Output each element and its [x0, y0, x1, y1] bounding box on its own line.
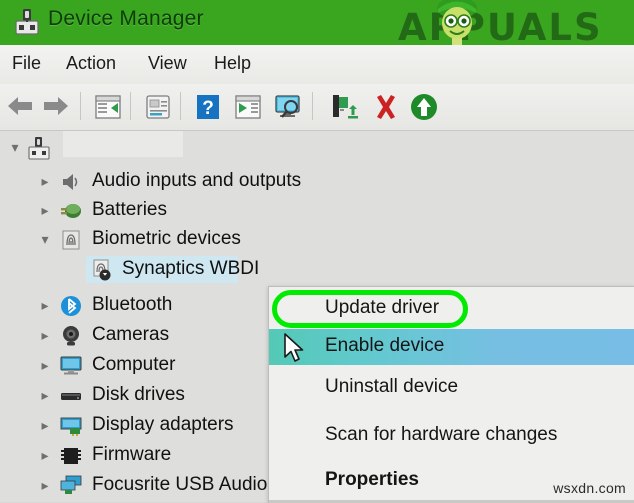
tree-item-label: Disk drives: [92, 384, 185, 405]
toolbar-separator-4: [312, 92, 313, 120]
svg-text:?: ?: [202, 98, 214, 119]
device-manager-icon: [14, 8, 40, 36]
tree-item-label: Audio inputs and outputs: [92, 170, 302, 191]
tree-item-label: Cameras: [92, 324, 170, 345]
disk-drive-icon: [60, 385, 82, 407]
chevron-right-icon[interactable]: ▸: [34, 381, 56, 410]
scan-for-hardware-changes-icon[interactable]: [272, 91, 304, 123]
context-menu-item-uninstall-device[interactable]: Uninstall device: [269, 370, 634, 406]
context-menu-item-scan-for-hardware-changes[interactable]: Scan for hardware changes: [269, 418, 634, 454]
tree-item-label: Display adapters: [92, 414, 234, 435]
tree-item-bluetooth[interactable]: ▸ Bluetooth: [0, 291, 300, 320]
context-menu-item-label: Scan for hardware changes: [325, 424, 558, 445]
tree-item-computer[interactable]: ▸ Computer: [0, 351, 300, 380]
menu-item-view[interactable]: View: [148, 53, 187, 74]
fingerprint-icon: [60, 229, 82, 251]
firmware-chip-icon: [60, 445, 82, 467]
context-menu-item-enable-device[interactable]: Enable device: [269, 329, 634, 365]
speaker-icon: [60, 171, 82, 193]
monitor-icon: [60, 355, 82, 377]
back-arrow-icon[interactable]: [6, 95, 34, 117]
uninstall-device-icon[interactable]: [370, 91, 402, 123]
update-driver-highlight-annotation: [272, 290, 468, 328]
context-menu-item-label: Properties: [325, 469, 419, 490]
title-bar: Device Manager APPUALS: [0, 0, 634, 45]
menu-item-action[interactable]: Action: [66, 53, 116, 74]
menu-item-file[interactable]: File: [12, 53, 41, 74]
usb-audio-icon: [60, 475, 82, 497]
menu-item-help[interactable]: Help: [214, 53, 251, 74]
chevron-right-icon[interactable]: ▸: [34, 321, 56, 350]
tree-item-firmware[interactable]: ▸ Firmware: [0, 441, 300, 470]
tree-item-display-adapters[interactable]: ▸ Display adapters: [0, 411, 300, 440]
chevron-right-icon[interactable]: ▸: [34, 351, 56, 380]
mouse-pointer: [283, 333, 307, 365]
menu-bar: File Action View Help: [0, 45, 634, 85]
tree-item-cameras[interactable]: ▸ Cameras: [0, 321, 300, 350]
tree-item-synaptics-wbdi[interactable]: Synaptics WBDI: [0, 255, 300, 284]
tree-item-label: Focusrite USB Audio: [92, 474, 268, 495]
battery-icon: [60, 200, 82, 222]
tree-item-label: Biometric devices: [92, 228, 241, 249]
tree-item-biometric-devices[interactable]: ▾ Biometric devices: [0, 225, 300, 254]
tree-item-label: Computer: [92, 354, 176, 375]
toolbar-separator-3: [180, 92, 181, 120]
chevron-right-icon[interactable]: ▸: [34, 441, 56, 470]
help-icon[interactable]: ?: [192, 91, 224, 123]
display-adapter-icon: [60, 415, 82, 437]
chevron-down-icon[interactable]: ▾: [4, 133, 26, 162]
show-hide-console-tree-icon[interactable]: [92, 91, 124, 123]
tree-item-label: Batteries: [92, 199, 167, 220]
properties-icon[interactable]: [142, 91, 174, 123]
tree-item-focusrite-usb-audio[interactable]: ▸ Focusrite USB Audio: [0, 471, 300, 500]
toolbar-separator-1: [80, 92, 81, 120]
forward-arrow-icon[interactable]: [42, 95, 70, 117]
tree-item-label: Synaptics WBDI: [122, 258, 260, 279]
update-driver-icon[interactable]: [328, 91, 360, 123]
chevron-right-icon[interactable]: ▸: [34, 411, 56, 440]
tree-item-audio-inputs-and-outputs[interactable]: ▸ Audio inputs and outputs: [0, 167, 302, 196]
chevron-right-icon[interactable]: ▸: [34, 196, 56, 225]
redacted-computer-name: [63, 131, 183, 157]
chevron-right-icon[interactable]: ▸: [34, 167, 56, 196]
bluetooth-icon: [60, 295, 82, 317]
context-menu-item-label: Uninstall device: [325, 376, 459, 397]
tree-item-label: Bluetooth: [92, 294, 173, 315]
show-hide-action-pane-icon[interactable]: [232, 91, 264, 123]
computer-root-icon: [28, 137, 50, 160]
tree-item-batteries[interactable]: ▸ Batteries: [0, 196, 300, 225]
enable-device-icon[interactable]: [408, 91, 440, 123]
toolbar: ?: [0, 84, 634, 131]
chevron-down-icon[interactable]: ▾: [34, 225, 56, 254]
chevron-right-icon[interactable]: ▸: [34, 291, 56, 320]
window-title: Device Manager: [48, 7, 204, 30]
biometric-device-disabled-icon: [92, 259, 114, 281]
tree-item-label: Firmware: [92, 444, 172, 465]
tree-item-disk-drives[interactable]: ▸ Disk drives: [0, 381, 300, 410]
chevron-right-icon[interactable]: ▸: [34, 471, 56, 500]
camera-icon: [60, 325, 82, 347]
wsxdn-watermark: wsxdn.com: [553, 480, 626, 496]
appuals-watermark-logo: APPUALS: [398, 0, 626, 45]
toolbar-separator-2: [130, 92, 131, 120]
context-menu-item-label: Enable device: [325, 335, 445, 356]
tree-root-node[interactable]: ▾: [0, 131, 300, 162]
